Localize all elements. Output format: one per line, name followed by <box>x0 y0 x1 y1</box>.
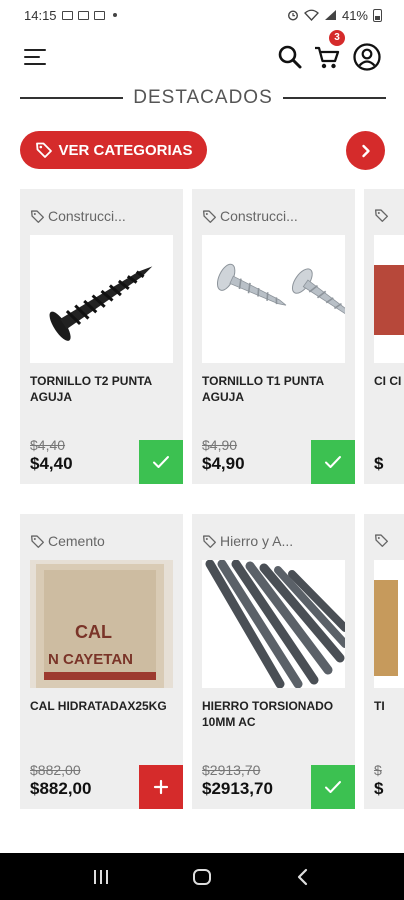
menu-icon[interactable] <box>24 48 48 66</box>
gallery-notification-icon <box>61 10 73 20</box>
status-right: 41% <box>287 8 382 23</box>
more-notifications-icon <box>112 13 117 17</box>
status-time: 14:15 <box>24 7 57 23</box>
wifi-icon <box>304 9 319 21</box>
product-card[interactable]: Cemento CAL N CAYETAN CAL HIDRATADAX25KG… <box>20 514 183 809</box>
product-card[interactable]: Hierro y A... HIERRO TORSIONADO 10MM AC <box>192 514 355 809</box>
check-icon <box>325 781 341 793</box>
screw-image <box>49 266 153 341</box>
product-price: $882,00 <box>30 779 92 798</box>
product-old-price: $882,00 <box>30 762 81 778</box>
added-to-cart-button[interactable] <box>311 765 355 809</box>
home-icon <box>192 868 211 885</box>
product-category-label: Construcci... <box>220 208 298 224</box>
product-price: $2913,70 <box>202 779 273 798</box>
product-card[interactable]: TI $ $ <box>364 514 404 809</box>
divider-left <box>20 97 124 99</box>
cart-icon[interactable] <box>312 42 342 72</box>
svg-text:N CAYETAN: N CAYETAN <box>48 651 133 668</box>
rebar-image <box>205 560 345 688</box>
lime-bag-image: CAL N CAYETAN <box>30 560 173 688</box>
product-category: Cemento <box>30 533 180 549</box>
view-categories-label: VER CATEGORIAS <box>58 141 193 159</box>
product-card[interactable]: CI CI $ <box>364 189 404 484</box>
product-price: $4,40 <box>30 454 73 473</box>
product-image[interactable] <box>30 235 173 363</box>
view-categories-button[interactable]: VER CATEGORIAS <box>20 131 207 169</box>
back-icon <box>298 868 308 885</box>
signal-icon <box>324 10 336 20</box>
home-button[interactable] <box>182 862 222 892</box>
product-category-label: Construcci... <box>48 208 126 224</box>
product-name[interactable]: TORNILLO T2 PUNTA AGUJA <box>30 373 175 405</box>
app-header <box>0 38 404 78</box>
status-left: 14:15 <box>24 8 117 23</box>
svg-text:CAL: CAL <box>75 622 112 642</box>
product-price: $ <box>374 454 384 473</box>
cart-badge: 3 <box>329 30 345 46</box>
tag-icon <box>375 534 388 547</box>
app-screen: 14:15 41% 3 DESTACADOS VER CATEGORIAS Co… <box>0 0 404 900</box>
system-nav-bar <box>0 853 404 900</box>
product-name[interactable]: CAL HIDRATADAX25KG <box>30 698 175 714</box>
product-price: $4,90 <box>202 454 245 473</box>
added-to-cart-button[interactable] <box>311 440 355 484</box>
added-to-cart-button[interactable] <box>139 440 183 484</box>
product-box-image <box>374 265 404 335</box>
product-name[interactable]: TI <box>374 698 404 714</box>
tag-icon <box>203 534 216 548</box>
check-icon <box>153 456 169 468</box>
check-icon <box>325 456 341 468</box>
product-category <box>374 208 404 223</box>
search-icon[interactable] <box>275 42 305 72</box>
product-category: Construcci... <box>202 208 352 224</box>
product-card[interactable]: Construcci... TORNILLO T1 PUNTA AGUJA $4… <box>192 189 355 484</box>
tag-icon <box>31 534 44 548</box>
tag-icon <box>375 209 388 222</box>
product-grid: Construcci... TORNILLO T2 PUNTA AGUJA $4… <box>20 189 404 809</box>
product-category: Hierro y A... <box>202 533 352 549</box>
add-to-cart-button[interactable] <box>139 765 183 809</box>
product-category <box>374 533 404 548</box>
product-wood-image <box>374 580 398 676</box>
product-old-price: $ <box>374 762 382 778</box>
divider-right <box>282 97 387 99</box>
product-category-label: Hierro y A... <box>220 533 294 549</box>
user-icon[interactable] <box>352 42 382 72</box>
product-image[interactable] <box>374 560 404 688</box>
product-card[interactable]: Construcci... TORNILLO T2 PUNTA AGUJA $4… <box>20 189 183 484</box>
cast-notification-icon <box>93 10 105 20</box>
product-name[interactable]: HIERRO TORSIONADO 10MM AC <box>202 698 347 730</box>
tag-icon <box>203 209 216 223</box>
product-image[interactable]: CAL N CAYETAN <box>30 560 173 688</box>
screen-notification-icon <box>77 10 89 20</box>
plus-icon <box>153 779 169 795</box>
product-image[interactable] <box>202 560 345 688</box>
chevron-right-icon <box>361 144 370 157</box>
product-price: $ <box>374 779 384 798</box>
next-button[interactable] <box>346 131 385 170</box>
screws-image <box>216 263 345 319</box>
status-bar: 14:15 41% <box>0 0 404 30</box>
product-name[interactable]: CI CI <box>374 373 404 389</box>
section-title: DESTACADOS <box>133 87 273 108</box>
battery-icon <box>373 8 382 22</box>
product-image[interactable] <box>202 235 345 363</box>
product-category: Construcci... <box>30 208 180 224</box>
battery-percent: 41% <box>341 7 368 23</box>
tag-icon <box>31 209 44 223</box>
product-category-label: Cemento <box>48 533 105 549</box>
back-button[interactable] <box>283 862 323 892</box>
section-header: DESTACADOS <box>20 86 387 110</box>
alarm-icon <box>287 10 298 21</box>
product-image[interactable] <box>374 235 404 363</box>
tag-icon <box>35 142 52 158</box>
product-name[interactable]: TORNILLO T1 PUNTA AGUJA <box>202 373 347 405</box>
recent-apps-icon <box>93 869 108 884</box>
recent-apps-button[interactable] <box>81 862 121 892</box>
product-old-price: $2913,70 <box>202 762 261 778</box>
product-old-price: $4,40 <box>30 437 66 453</box>
product-old-price: $4,90 <box>202 437 238 453</box>
